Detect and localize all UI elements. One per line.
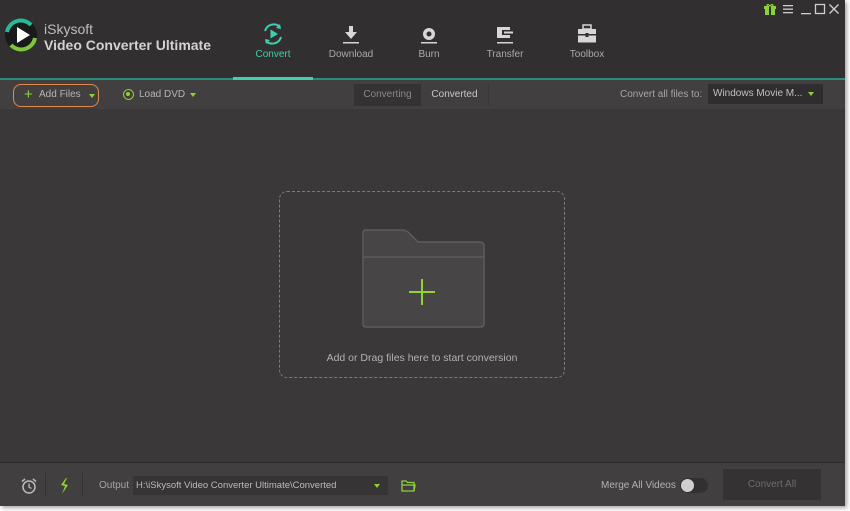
tab-download-label: Download [328,49,374,60]
tab-toolbox[interactable]: Toolbox [547,0,627,78]
convert-icon [264,23,282,45]
conversion-status-toggle: Converting Converted [354,84,489,106]
app-logo [5,18,37,52]
product-name: Video Converter Ultimate [44,37,212,53]
add-files-label: Add Files [39,89,81,100]
load-dvd-button[interactable]: Load DVD [120,84,202,107]
drop-zone[interactable]: Add or Drag files here to start conversi… [279,191,565,378]
tab-download[interactable]: Download [311,0,391,78]
drop-zone-hint: Add or Drag files here to start conversi… [326,352,518,364]
burn-icon [421,28,437,44]
convert-all-button[interactable]: Convert All [723,469,821,500]
chevron-down-icon [374,484,380,488]
brand-name: iSkysoft [44,21,94,37]
tab-burn[interactable]: Burn [389,0,469,78]
tab-transfer-label: Transfer [486,49,524,60]
close-icon[interactable] [827,2,841,16]
add-files-button[interactable]: + Add Files [13,84,99,107]
open-folder-icon[interactable] [401,479,416,492]
tab-transfer[interactable]: Transfer [465,0,545,78]
tab-convert-label: Convert [255,49,291,60]
load-dvd-dropdown-icon[interactable] [190,93,196,97]
divider [82,473,83,497]
toolbar: + Add Files Load DVD Converting Converte… [0,80,845,109]
toolbox-icon [578,24,596,43]
gift-icon[interactable] [763,2,777,16]
divider [45,473,46,497]
add-folder-icon[interactable] [360,229,485,329]
bottom-bar: Output H:\iSkysoft Video Converter Ultim… [0,462,845,506]
tab-converting[interactable]: Converting [354,84,421,106]
output-format-value: Windows Movie M... [713,88,803,99]
maximize-icon[interactable] [813,2,827,16]
output-path-value: H:\iSkysoft Video Converter Ultimate\Con… [136,480,337,491]
chevron-down-icon [808,92,814,96]
output-format-select[interactable]: Windows Movie M... [708,84,823,104]
high-speed-icon[interactable] [57,477,71,495]
output-path-select[interactable]: H:\iSkysoft Video Converter Ultimate\Con… [133,476,388,495]
download-icon [343,26,359,44]
dvd-icon [123,89,134,100]
tab-converted[interactable]: Converted [421,84,488,106]
merge-all-videos-toggle[interactable] [680,478,708,493]
tab-convert[interactable]: Convert [233,0,313,78]
menu-icon[interactable] [781,2,795,16]
merge-all-videos-label: Merge All Videos [601,480,676,491]
header-bar: iSkysoft Video Converter Ultimate Conver… [0,0,845,80]
transfer-icon [497,27,513,44]
output-label: Output [99,480,130,491]
add-files-dropdown-icon[interactable] [89,94,95,98]
convert-all-files-to-label: Convert all files to: [620,89,703,100]
minimize-icon[interactable] [799,2,813,16]
toggle-knob [681,479,694,492]
app-window: iSkysoft Video Converter Ultimate Conver… [0,0,845,506]
load-dvd-label: Load DVD [139,89,186,100]
file-list-area: Add or Drag files here to start conversi… [0,109,845,462]
tab-toolbox-label: Toolbox [569,49,605,60]
alarm-clock-icon[interactable] [20,477,38,495]
tab-burn-label: Burn [418,49,440,60]
plus-icon: + [24,86,33,103]
